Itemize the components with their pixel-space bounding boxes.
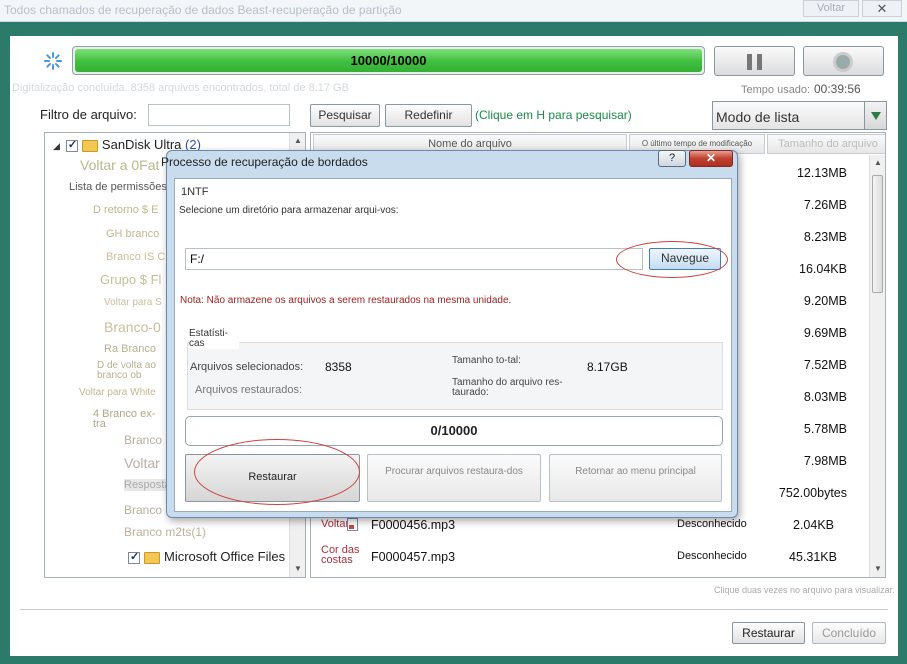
scroll-down-icon[interactable]: ▼ xyxy=(870,561,885,577)
file-type: Cor das costas xyxy=(321,544,360,566)
file-size: 9.69MB xyxy=(803,326,847,340)
dialog-restore-button[interactable]: Restaurar xyxy=(185,454,360,502)
recovery-dialog: Processo de recuperação de bordados ? ✕ … xyxy=(161,150,738,518)
table-row[interactable]: Cor das costas F0000457.mp3 Desconhecido… xyxy=(311,543,871,573)
tree-item[interactable]: Grupo $ Fl xyxy=(100,272,161,287)
file-name: F0000457.mp3 xyxy=(371,550,456,564)
restored-size-label: Tamanho do arquivo res-taurado: xyxy=(452,377,563,398)
file-modified: Desconhecido xyxy=(677,550,747,562)
tree-item[interactable]: Branco IS C xyxy=(106,251,165,263)
tree-item[interactable]: Branco m2ts(1) xyxy=(124,525,206,539)
view-mode-label: Modo de lista xyxy=(716,109,800,125)
stop-button[interactable] xyxy=(803,46,884,76)
restore-button[interactable]: Restaurar xyxy=(732,622,805,644)
tree-item[interactable]: Resposta xyxy=(124,479,170,491)
folder-icon xyxy=(81,139,98,152)
file-size: 5.78MB xyxy=(803,422,847,436)
tree-item[interactable]: Branco-0 xyxy=(104,319,161,335)
file-size: 7.52MB xyxy=(803,358,847,372)
selected-files-label: Arquivos selecionados: xyxy=(190,361,304,373)
scroll-up-icon[interactable]: ▲ xyxy=(290,133,305,149)
file-size: 45.31KB xyxy=(789,550,837,564)
file-size: 8.03MB xyxy=(803,390,847,404)
pause-button[interactable] xyxy=(714,46,795,76)
filelist-scrollbar[interactable]: ▲ ▼ xyxy=(869,155,885,577)
file-icon xyxy=(347,518,358,531)
search-button[interactable]: Pesquisar xyxy=(310,104,380,127)
selected-files-value: 8358 xyxy=(325,360,352,374)
tree-item[interactable]: 4 Branco ex-tra xyxy=(93,409,163,430)
filter-label: Filtro de arquivo: xyxy=(40,107,137,122)
pause-icon xyxy=(747,54,763,70)
chevron-down-icon[interactable] xyxy=(864,102,886,129)
total-size-value: 8.17GB xyxy=(587,360,628,374)
tree-item[interactable]: Voltar xyxy=(124,455,160,471)
tree-root-checkbox[interactable] xyxy=(65,138,78,152)
divider xyxy=(20,609,888,610)
restore-progress: 0/10000 xyxy=(185,416,723,446)
dialog-close-button[interactable]: ✕ xyxy=(689,150,733,167)
expand-icon[interactable]: ◢ xyxy=(53,141,60,151)
view-mode-select[interactable]: Modo de lista xyxy=(712,101,887,130)
scroll-thumb[interactable] xyxy=(872,175,883,293)
title-bar: Todos chamados de recuperação de dados B… xyxy=(0,0,907,22)
folder-icon xyxy=(144,551,160,564)
scan-progress-bar: 10000/10000 xyxy=(72,46,705,75)
file-size: 752.00bytes xyxy=(778,486,847,500)
find-restored-button[interactable]: Procurar arquivos restaura-dos xyxy=(367,454,541,502)
window-close-button[interactable]: ✕ xyxy=(862,0,902,17)
tree-item[interactable]: Ra Branco xyxy=(104,343,156,355)
file-size: 12.13MB xyxy=(796,166,847,180)
tree-item[interactable]: Voltar para S xyxy=(104,297,162,308)
warning-note: Nota: Não armazene os arquivos a serem r… xyxy=(180,295,512,306)
tree-item[interactable]: Branco xyxy=(124,433,162,447)
tree-item[interactable]: Branco xyxy=(124,503,162,517)
back-button[interactable]: Voltar xyxy=(803,0,859,17)
spinner-icon xyxy=(44,52,62,70)
file-size: 2.04KB xyxy=(793,518,835,532)
file-size: 8.23MB xyxy=(803,230,847,244)
done-button[interactable]: Concluído xyxy=(812,622,886,644)
checkbox[interactable] xyxy=(128,550,140,564)
scroll-up-icon[interactable]: ▲ xyxy=(870,155,885,171)
stop-icon xyxy=(833,52,853,72)
main-menu-button[interactable]: Retornar ao menu principal xyxy=(549,454,722,502)
scan-progress-text: 10000/10000 xyxy=(350,53,427,68)
statistics-panel xyxy=(187,342,723,410)
file-modified: Desconhecido xyxy=(677,518,747,530)
list-hint: Clique duas vezes no arquivo para visual… xyxy=(714,585,895,595)
partition-label: 1NTF xyxy=(181,186,209,198)
dialog-title: Processo de recuperação de bordados xyxy=(161,155,368,169)
file-name: F0000456.mp3 xyxy=(371,518,456,532)
tree-item[interactable]: D de volta ao branco ob xyxy=(97,361,177,381)
column-header-size[interactable]: Tamanho do arquivo xyxy=(767,134,885,154)
file-type: Voltar xyxy=(321,518,350,530)
tree-item-label: Microsoft Office Files xyxy=(164,549,286,564)
file-size: 16.04KB xyxy=(799,262,847,276)
help-button[interactable]: ? xyxy=(658,150,686,167)
statistics-title: Estatísti-cas xyxy=(189,329,239,349)
select-directory-label: Selecione um diretório para armazenar ar… xyxy=(179,205,399,216)
tree-item[interactable]: Voltar para White xyxy=(79,387,156,398)
restored-files-label: Arquivos restaurados: xyxy=(195,384,302,396)
scan-info: Digitalização concluída. 8358 arquivos e… xyxy=(12,82,349,94)
browse-button[interactable]: Navegue xyxy=(649,248,721,270)
elapsed-label: Tempo usado: xyxy=(741,84,811,96)
tree-item[interactable]: Voltar a 0Fat xyxy=(80,157,159,173)
reset-button[interactable]: Redefinir xyxy=(385,104,472,127)
filter-input[interactable] xyxy=(148,104,290,126)
tree-item-office[interactable]: Microsoft Office Files xyxy=(128,549,285,564)
dialog-content: 1NTF Selecione um diretório para armazen… xyxy=(174,178,732,512)
file-size: 7.26MB xyxy=(803,198,847,212)
file-size: 7.98MB xyxy=(803,454,847,468)
destination-path-input[interactable] xyxy=(185,248,643,270)
tree-item[interactable]: GH branco xyxy=(106,228,159,240)
total-size-label: Tamanho to-tal: xyxy=(452,355,521,366)
file-size: 9.20MB xyxy=(803,294,847,308)
scroll-down-icon[interactable]: ▼ xyxy=(290,561,305,577)
elapsed-value: 00:39:56 xyxy=(814,82,861,96)
window-title: Todos chamados de recuperação de dados B… xyxy=(4,3,402,17)
search-hint: (Clique em H para pesquisar) xyxy=(475,108,632,122)
tree-item[interactable]: D retorno $ E xyxy=(93,204,158,216)
